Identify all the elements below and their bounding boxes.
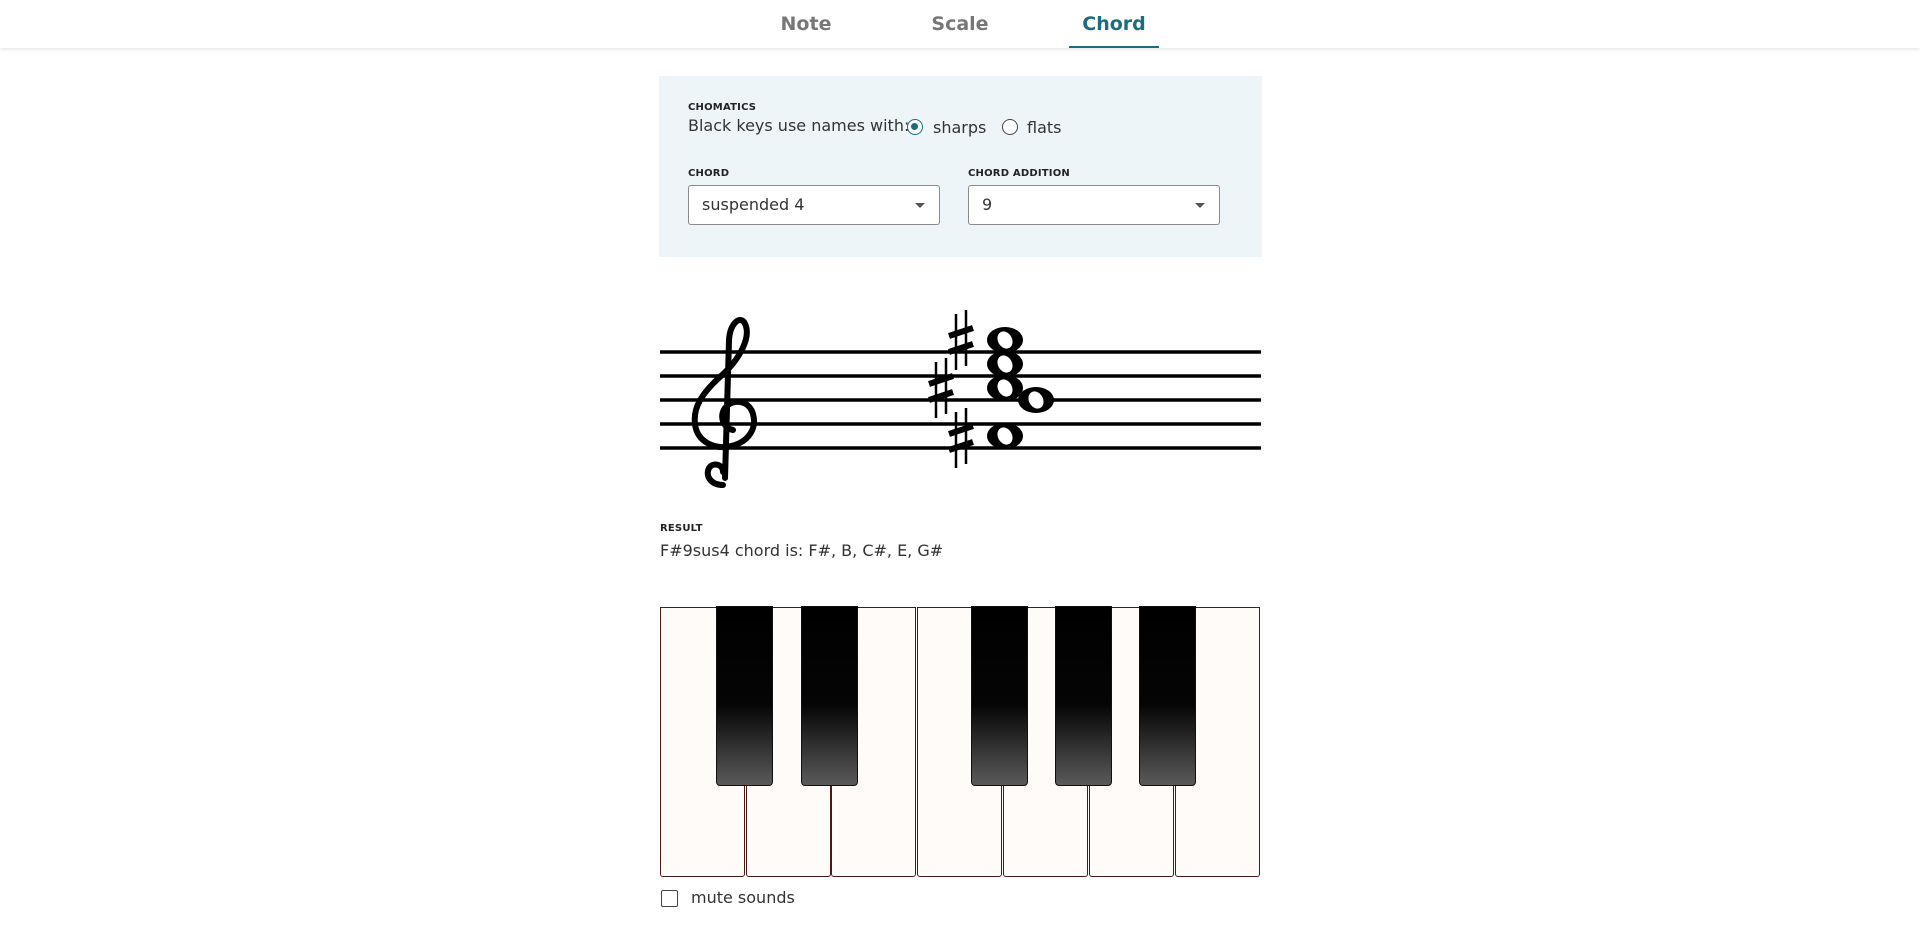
note-head xyxy=(1018,387,1054,413)
tab-note-label: Note xyxy=(780,13,832,35)
tab-chord-label: Chord xyxy=(1082,13,1146,35)
note-head xyxy=(987,423,1023,449)
tab-scale-label: Scale xyxy=(931,13,989,35)
mute-checkbox[interactable] xyxy=(661,890,678,907)
chord-addition-value: 9 xyxy=(982,195,993,214)
piano-black-key[interactable] xyxy=(971,606,1028,786)
result-label: RESULT xyxy=(660,523,703,534)
piano-black-key[interactable] xyxy=(1055,606,1112,786)
flats-label[interactable]: flats xyxy=(1027,118,1062,137)
piano-black-key[interactable] xyxy=(716,606,773,786)
tab-scale[interactable]: Scale xyxy=(920,0,1000,48)
chord-select[interactable]: suspended 4 xyxy=(688,185,940,225)
chord-label: CHORD xyxy=(688,168,730,179)
sharps-radio[interactable] xyxy=(907,119,923,135)
sharp-icon xyxy=(948,310,974,370)
tab-chord[interactable]: Chord xyxy=(1069,0,1159,48)
treble-clef-icon xyxy=(691,317,757,488)
note-head xyxy=(987,327,1023,353)
piano-keyboard xyxy=(660,606,1260,877)
sharps-label[interactable]: sharps xyxy=(933,118,986,137)
top-nav: Note Scale Chord xyxy=(0,0,1920,48)
chord-select-value: suspended 4 xyxy=(702,195,805,214)
piano-black-key[interactable] xyxy=(1139,606,1196,786)
chord-addition-select[interactable]: 9 xyxy=(968,185,1220,225)
mute-label[interactable]: mute sounds xyxy=(691,888,795,907)
chromatics-prompt: Black keys use names with: xyxy=(688,116,910,135)
piano-black-key[interactable] xyxy=(801,606,858,786)
flats-radio[interactable] xyxy=(1002,119,1018,135)
chromatics-label: CHOMATICS xyxy=(688,102,757,113)
chevron-down-icon xyxy=(915,203,925,208)
note-head xyxy=(987,351,1023,377)
chord-notes xyxy=(987,327,1054,449)
sharp-icon xyxy=(928,358,954,418)
tab-note[interactable]: Note xyxy=(768,0,844,48)
chord-addition-label: CHORD ADDITION xyxy=(968,168,1070,179)
result-text: F#9sus4 chord is: F#, B, C#, E, G# xyxy=(660,541,944,560)
sharp-icon xyxy=(948,408,974,468)
settings-panel: CHOMATICS Black keys use names with: sha… xyxy=(659,76,1262,257)
note-head xyxy=(987,375,1023,401)
chevron-down-icon xyxy=(1195,203,1205,208)
active-tab-indicator xyxy=(1069,46,1159,48)
music-staff xyxy=(660,310,1261,488)
